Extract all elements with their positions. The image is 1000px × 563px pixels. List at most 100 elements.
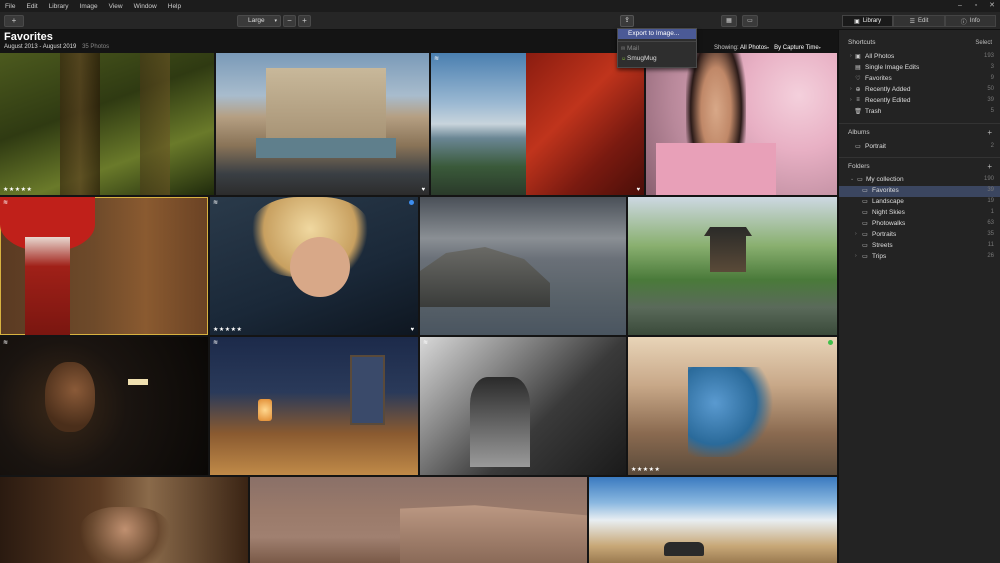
menu-view[interactable]: View [104, 3, 129, 10]
maximize-icon[interactable]: ▫ [968, 0, 984, 12]
folder-landscape[interactable]: ▭ Landscape 19 [839, 197, 1000, 208]
shortcut-label: Recently Edited [865, 97, 911, 104]
photo-red-pagoda-lake[interactable]: ≋ ♥ [431, 53, 644, 195]
menu-window[interactable]: Window [129, 3, 163, 10]
favorite-heart-icon[interactable]: ♥ [421, 187, 425, 193]
shortcut-favorites[interactable]: ♡ Favorites 9 [839, 74, 1000, 85]
tab-info[interactable]: ⓘ Info [944, 15, 996, 27]
menu-edit[interactable]: Edit [21, 3, 43, 10]
rating-stars[interactable]: ★★★★★ [213, 326, 242, 333]
favorite-heart-icon[interactable]: ♥ [636, 187, 640, 193]
minimize-icon[interactable]: – [952, 0, 968, 12]
driver-figure-shape [470, 377, 530, 467]
panel-tabs: ▣ Library ☰ Edit ⓘ Info [842, 15, 996, 27]
photo-car-blue-sky[interactable] [589, 477, 837, 563]
rating-stars[interactable]: ★★★★★ [631, 466, 660, 473]
photo-trevi-fountain[interactable]: ♥ [216, 53, 429, 195]
car-shape [664, 542, 704, 556]
temple-shape [704, 227, 752, 272]
image-icon: ▤ [855, 65, 861, 71]
sort-dropdown[interactable]: By Capture Time [774, 45, 819, 51]
share-icon: ⇪ [624, 17, 630, 24]
tab-edit-label: Edit [918, 18, 929, 24]
folder-night-skies[interactable]: ▭ Night Skies 1 [839, 208, 1000, 219]
export-smugmug-label: SmugMug [627, 55, 657, 62]
export-mail-label: Mail [627, 45, 639, 52]
folder-count: 39 [987, 187, 994, 193]
portrait-face-shape [45, 362, 95, 432]
zoom-in-button[interactable]: + [298, 15, 311, 27]
shortcut-recently-edited[interactable]: › ≡ Recently Edited 39 [839, 96, 1000, 107]
folder-trips[interactable]: › ▭ Trips 26 [839, 252, 1000, 263]
photo-count: 35 Photos [82, 44, 110, 50]
menu-file[interactable]: File [0, 3, 21, 10]
showing-filter-dropdown[interactable]: All Photos [740, 45, 767, 51]
tab-library[interactable]: ▣ Library [842, 15, 894, 27]
photo-man-dark-portrait[interactable]: ≋ [0, 337, 208, 475]
menu-divider [618, 41, 696, 42]
menu-library[interactable]: Library [44, 3, 75, 10]
folder-favorites[interactable]: ▭ Favorites 39 [839, 186, 1000, 197]
photo-woman-cherry-blossom[interactable] [646, 53, 837, 195]
tab-edit[interactable]: ☰ Edit [893, 15, 945, 27]
cliff-shape [400, 505, 587, 563]
thumbnail-size-select[interactable]: Large ▾ [237, 15, 281, 27]
children-figure-shape [80, 507, 170, 563]
photo-city-aerial[interactable] [420, 197, 626, 335]
shortcut-all-photos[interactable]: › ▣ All Photos 193 [839, 52, 1000, 63]
tree-trunk-shape [60, 53, 100, 195]
photo-mossy-forest[interactable]: ★★★★★ [0, 53, 214, 195]
add-album-button[interactable]: + [987, 128, 992, 137]
photo-couple-bicycles[interactable]: ★★★★★ [628, 337, 837, 475]
shortcut-trash[interactable]: 🗑 Trash 5 [839, 107, 1000, 118]
light-shape [128, 379, 148, 385]
photo-geisha-red-umbrella[interactable]: ≋ [0, 197, 208, 335]
folder-label: Streets [872, 242, 893, 249]
building-facade-shape [266, 68, 386, 138]
grid-view-button[interactable]: ▦ [721, 15, 737, 27]
folder-photowalks[interactable]: ▭ Photowalks 63 [839, 219, 1000, 230]
shortcut-single-image-edits[interactable]: ▤ Single Image Edits 3 [839, 63, 1000, 74]
photo-man-driving-bw[interactable]: ≋ [420, 337, 626, 475]
favorite-heart-icon[interactable]: ♥ [410, 327, 414, 333]
single-view-button[interactable]: ▭ [742, 15, 758, 27]
export-to-image-item[interactable]: Export to Image... [618, 29, 696, 39]
photo-desert-room-lantern[interactable]: ≋ [210, 337, 418, 475]
add-button[interactable]: + [4, 15, 24, 27]
folder-my-collection[interactable]: ⌄ ▭ My collection 190 [839, 175, 1000, 186]
folder-portraits[interactable]: › ▭ Portraits 35 [839, 230, 1000, 241]
photo-canyon-cliff[interactable] [250, 477, 587, 563]
folder-streets[interactable]: ▭ Streets 11 [839, 241, 1000, 252]
green-color-tag [828, 340, 833, 345]
close-icon[interactable]: ✕ [984, 0, 1000, 12]
folder-count: 19 [987, 198, 994, 204]
export-mail-item[interactable]: ✉ Mail [618, 44, 696, 54]
grid-icon: ▦ [726, 18, 732, 24]
menu-image[interactable]: Image [75, 3, 104, 10]
add-folder-button[interactable]: + [987, 162, 992, 171]
shortcuts-select-button[interactable]: Select [975, 40, 992, 46]
single-view-icon: ▭ [747, 18, 753, 24]
kimono-shape [656, 143, 776, 195]
menu-help[interactable]: Help [163, 3, 187, 10]
folder-label: Night Skies [872, 209, 905, 216]
chevron-right-icon: › [850, 53, 852, 59]
zoom-out-button[interactable]: − [283, 15, 296, 27]
album-portrait[interactable]: ▭ Portrait 2 [839, 142, 1000, 153]
photo-japanese-temple-garden[interactable] [628, 197, 837, 335]
tree-trunk-shape [140, 53, 170, 195]
shortcut-count: 3 [990, 64, 994, 70]
shortcut-label: Single Image Edits [865, 64, 920, 71]
chevron-down-icon: ▾ [818, 45, 821, 50]
photo-children-dark[interactable] [0, 477, 248, 563]
export-button[interactable]: ⇪ [620, 15, 634, 27]
app-window: File Edit Library Image View Window Help… [0, 0, 1000, 563]
export-smugmug-item[interactable]: ☺SmugMug [618, 54, 696, 64]
date-range-text: August 2013 - August 2019 [4, 44, 77, 50]
photo-blonde-portrait[interactable]: ≋ ★★★★★ ♥ [210, 197, 418, 335]
shortcut-count: 50 [987, 86, 994, 92]
shortcut-count: 5 [990, 108, 994, 114]
shortcut-recently-added[interactable]: › ⊕ Recently Added 50 [839, 85, 1000, 96]
folder-icon: ▭ [862, 210, 868, 216]
rating-stars[interactable]: ★★★★★ [3, 186, 32, 193]
